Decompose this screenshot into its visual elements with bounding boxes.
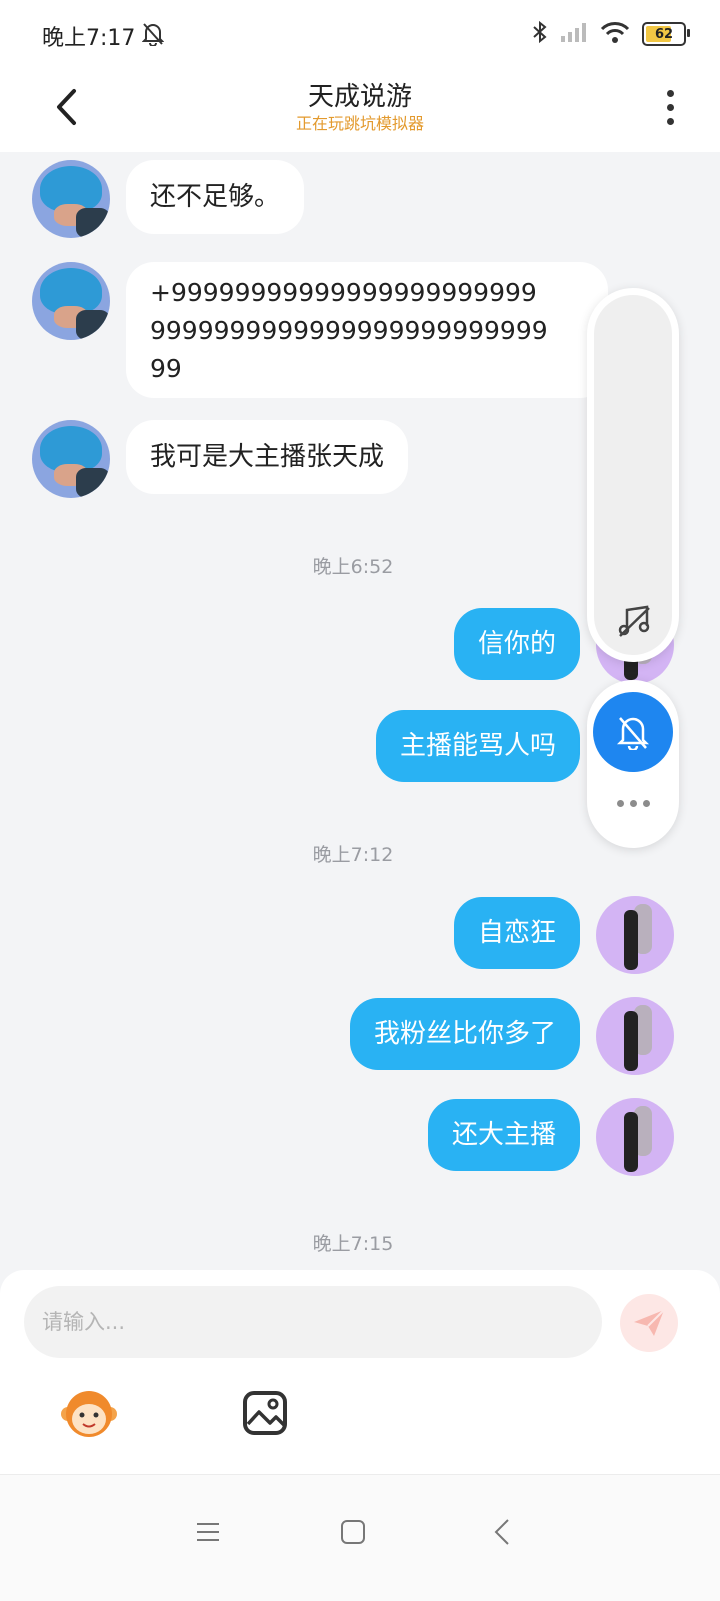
battery-level: 62	[654, 26, 674, 42]
wifi-icon	[600, 21, 630, 47]
floating-panel	[587, 288, 679, 848]
menu-icon	[197, 1523, 219, 1541]
message-text: 还不足够。	[150, 182, 281, 212]
user-avatar[interactable]	[596, 997, 674, 1075]
message-bubble-sent[interactable]: 信你的	[453, 608, 580, 680]
message-bubble-sent[interactable]: 我粉丝比你多了	[349, 998, 580, 1070]
message-bubble-received[interactable]: +99999999999999999999999 999999999999999…	[126, 262, 608, 398]
user-avatar[interactable]	[596, 896, 674, 974]
bell-off-icon	[616, 717, 650, 750]
timestamp: 晚上7:15	[312, 1233, 394, 1255]
monkey-emoji-icon	[61, 1391, 117, 1437]
image-icon	[243, 1391, 287, 1435]
message-bubble-sent[interactable]: 自恋狂	[453, 897, 580, 969]
chat-status: 正在玩跳坑模拟器	[295, 114, 424, 133]
bluetooth-icon	[532, 20, 548, 48]
music-off-icon[interactable]	[617, 604, 651, 642]
message-text-line: 9999999999999999999999999	[150, 316, 548, 345]
send-button[interactable]	[620, 1294, 678, 1352]
message-text: 我粉丝比你多了	[373, 1019, 556, 1049]
back-nav-button[interactable]	[472, 1507, 532, 1557]
image-button[interactable]	[242, 1390, 288, 1436]
battery-icon: 62	[642, 22, 690, 46]
contact-avatar[interactable]	[32, 160, 110, 238]
input-area: 请输入...	[0, 1270, 720, 1474]
chevron-left-icon	[494, 1519, 509, 1545]
floating-window-panel[interactable]	[587, 288, 679, 662]
bell-off-icon	[141, 22, 165, 50]
message-text: 还大主播	[451, 1120, 556, 1150]
square-icon	[341, 1520, 365, 1544]
user-avatar[interactable]	[596, 1098, 674, 1176]
message-input[interactable]: 请输入...	[24, 1286, 602, 1358]
home-nav-button[interactable]	[323, 1507, 383, 1557]
message-text-line: 99	[150, 354, 182, 383]
chat-title: 天成说游	[307, 82, 412, 112]
mute-notification-button[interactable]	[593, 692, 673, 772]
contact-avatar[interactable]	[32, 262, 110, 340]
contact-avatar[interactable]	[32, 420, 110, 498]
menu-nav-button[interactable]	[178, 1507, 238, 1557]
emoji-button[interactable]	[60, 1384, 118, 1442]
system-nav-bar	[0, 1474, 720, 1601]
send-icon	[634, 1309, 665, 1336]
status-bar: 晚上7:17 62	[0, 0, 720, 72]
message-bubble-received[interactable]: 我可是大主播张天成	[126, 420, 409, 494]
more-icon[interactable]	[617, 800, 650, 807]
message-bubble-sent[interactable]: 还大主播	[427, 1099, 580, 1171]
message-text: 我可是大主播张天成	[150, 442, 385, 472]
chat-header: 天成说游 正在玩跳坑模拟器	[0, 72, 720, 152]
status-time: 晚上7:17	[42, 26, 136, 51]
message-bubble-sent[interactable]: 主播能骂人吗	[375, 710, 580, 782]
message-text: 自恋狂	[477, 918, 556, 948]
message-text-line: +99999999999999999999999	[150, 278, 537, 307]
signal-icon	[560, 21, 588, 47]
more-options-button[interactable]	[658, 82, 682, 132]
message-text: 信你的	[477, 629, 556, 659]
message-bubble-received[interactable]: 还不足够。	[126, 160, 305, 234]
floating-controls	[587, 680, 679, 848]
message-text: 主播能骂人吗	[399, 731, 556, 761]
